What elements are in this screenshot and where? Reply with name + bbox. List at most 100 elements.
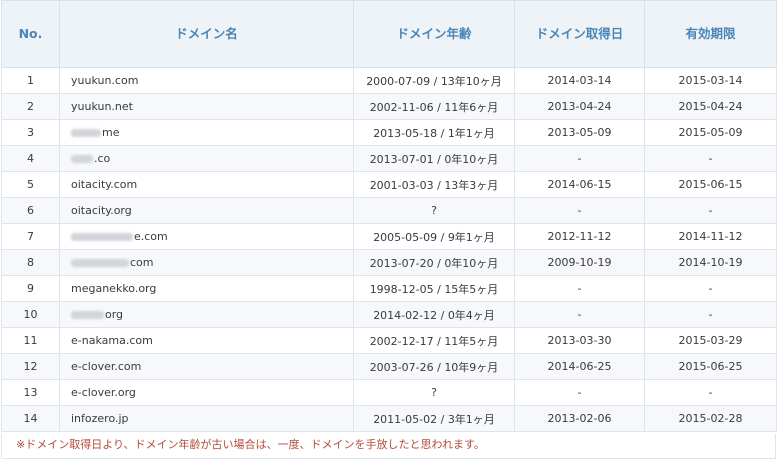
cell-domain: oitacity.com bbox=[59, 171, 354, 198]
domain-text: .co bbox=[94, 152, 111, 165]
col-header-domain: ドメイン名 bbox=[59, 0, 354, 68]
domain-text: oitacity.org bbox=[71, 204, 132, 217]
cell-expires: - bbox=[644, 379, 777, 406]
redacted-text bbox=[71, 129, 101, 137]
table-row: 1 yuukun.com 2000-07-09 / 13年10ヶ月 2014-03-1… bbox=[1, 67, 777, 94]
table-header: No. ドメイン名 ドメイン年齢 ドメイン取得日 有効期限 bbox=[1, 0, 777, 68]
cell-domain: com bbox=[59, 249, 354, 276]
domain-text: e.com bbox=[134, 230, 168, 243]
table-row: 5 oitacity.com 2001-03-03 / 13年3ヶ月 2014-06-… bbox=[1, 171, 777, 198]
domain-text: meganekko.org bbox=[71, 282, 157, 295]
cell-expires: - bbox=[644, 145, 777, 172]
table-body: 1 yuukun.com 2000-07-09 / 13年10ヶ月 2014-03-1… bbox=[1, 67, 777, 432]
cell-no: 12 bbox=[1, 353, 60, 380]
cell-expires: 2015-06-15 bbox=[644, 171, 777, 198]
cell-age: 2013-07-20 / 0年10ヶ月 bbox=[353, 249, 515, 276]
col-header-no: No. bbox=[1, 0, 60, 68]
cell-expires: - bbox=[644, 197, 777, 224]
cell-domain: e-clover.com bbox=[59, 353, 354, 380]
cell-no: 9 bbox=[1, 275, 60, 302]
table-row: 11 e-nakama.com 2002-12-17 / 11年5ヶ月 2013-03… bbox=[1, 327, 777, 354]
cell-age: 2002-11-06 / 11年6ヶ月 bbox=[353, 93, 515, 120]
cell-domain: .co bbox=[59, 145, 354, 172]
cell-age: 2000-07-09 / 13年10ヶ月 bbox=[353, 67, 515, 94]
cell-domain: e-clover.org bbox=[59, 379, 354, 406]
cell-domain: oitacity.org bbox=[59, 197, 354, 224]
domain-text: e-clover.com bbox=[71, 360, 142, 373]
cell-acquired: - bbox=[514, 379, 645, 406]
cell-expires: 2015-05-09 bbox=[644, 119, 777, 146]
cell-no: 7 bbox=[1, 223, 60, 250]
cell-age: ? bbox=[353, 197, 515, 224]
cell-no: 14 bbox=[1, 405, 60, 432]
col-header-age: ドメイン年齢 bbox=[353, 0, 515, 68]
cell-no: 8 bbox=[1, 249, 60, 276]
cell-expires: 2015-03-14 bbox=[644, 67, 777, 94]
footnote: ※ドメイン取得日より、ドメイン年齢が古い場合は、一度、ドメインを手放したと思われ… bbox=[1, 434, 776, 459]
table-row: 2 yuukun.net 2002-11-06 / 11年6ヶ月 2013-04-24… bbox=[1, 93, 777, 120]
cell-domain: e.com bbox=[59, 223, 354, 250]
domain-text: com bbox=[130, 256, 154, 269]
table-row: 9 meganekko.org 1998-12-05 / 15年5ヶ月 - - bbox=[1, 275, 777, 302]
cell-expires: 2015-02-28 bbox=[644, 405, 777, 432]
cell-domain: e-nakama.com bbox=[59, 327, 354, 354]
cell-no: 6 bbox=[1, 197, 60, 224]
cell-acquired: 2009-10-19 bbox=[514, 249, 645, 276]
cell-age: 1998-12-05 / 15年5ヶ月 bbox=[353, 275, 515, 302]
table-row: 7 e.com 2005-05-09 / 9年1ヶ月 2012-11-12 2014-1… bbox=[1, 223, 777, 250]
domain-text: yuukun.net bbox=[71, 100, 133, 113]
cell-no: 10 bbox=[1, 301, 60, 328]
cell-acquired: 2013-04-24 bbox=[514, 93, 645, 120]
cell-domain: yuukun.net bbox=[59, 93, 354, 120]
cell-age: 2005-05-09 / 9年1ヶ月 bbox=[353, 223, 515, 250]
cell-age: 2014-02-12 / 0年4ヶ月 bbox=[353, 301, 515, 328]
domain-text: me bbox=[102, 126, 120, 139]
table-row: 8 com 2013-07-20 / 0年10ヶ月 2009-10-19 2014-10… bbox=[1, 249, 777, 276]
cell-acquired: 2012-11-12 bbox=[514, 223, 645, 250]
cell-no: 5 bbox=[1, 171, 60, 198]
cell-domain: org bbox=[59, 301, 354, 328]
cell-no: 11 bbox=[1, 327, 60, 354]
cell-acquired: 2013-02-06 bbox=[514, 405, 645, 432]
cell-no: 2 bbox=[1, 93, 60, 120]
domain-text: yuukun.com bbox=[71, 74, 139, 87]
cell-no: 1 bbox=[1, 67, 60, 94]
redacted-text bbox=[71, 311, 104, 319]
table-row: 3 me 2013-05-18 / 1年1ヶ月 2013-05-09 2015-05-0… bbox=[1, 119, 777, 146]
cell-expires: - bbox=[644, 275, 777, 302]
cell-acquired: - bbox=[514, 145, 645, 172]
cell-expires: 2015-06-25 bbox=[644, 353, 777, 380]
domain-text: e-nakama.com bbox=[71, 334, 153, 347]
redacted-text bbox=[71, 233, 133, 241]
table-row: 14 infozero.jp 2011-05-02 / 3年1ヶ月 2013-02-0… bbox=[1, 405, 777, 432]
cell-no: 4 bbox=[1, 145, 60, 172]
cell-domain: infozero.jp bbox=[59, 405, 354, 432]
cell-age: 2001-03-03 / 13年3ヶ月 bbox=[353, 171, 515, 198]
table-row: 6 oitacity.org? - - bbox=[1, 197, 777, 224]
domain-text: e-clover.org bbox=[71, 386, 136, 399]
cell-acquired: 2014-06-25 bbox=[514, 353, 645, 380]
cell-expires: 2014-11-12 bbox=[644, 223, 777, 250]
cell-domain: meganekko.org bbox=[59, 275, 354, 302]
col-header-acquired: ドメイン取得日 bbox=[514, 0, 645, 68]
cell-acquired: - bbox=[514, 275, 645, 302]
cell-age: 2002-12-17 / 11年5ヶ月 bbox=[353, 327, 515, 354]
cell-age: 2011-05-02 / 3年1ヶ月 bbox=[353, 405, 515, 432]
domain-page: No. ドメイン名 ドメイン年齢 ドメイン取得日 有効期限 1 yuukun.co… bbox=[0, 0, 777, 460]
header-row: No. ドメイン名 ドメイン年齢 ドメイン取得日 有効期限 bbox=[1, 0, 777, 68]
cell-age: 2003-07-26 / 10年9ヶ月 bbox=[353, 353, 515, 380]
cell-age: 2013-07-01 / 0年10ヶ月 bbox=[353, 145, 515, 172]
cell-expires: 2015-04-24 bbox=[644, 93, 777, 120]
cell-expires: 2014-10-19 bbox=[644, 249, 777, 276]
domain-table: No. ドメイン名 ドメイン年齢 ドメイン取得日 有効期限 1 yuukun.co… bbox=[1, 0, 777, 432]
col-header-expires: 有効期限 bbox=[644, 0, 777, 68]
domain-text: infozero.jp bbox=[71, 412, 129, 425]
cell-acquired: 2013-05-09 bbox=[514, 119, 645, 146]
cell-expires: 2015-03-29 bbox=[644, 327, 777, 354]
cell-domain: yuukun.com bbox=[59, 67, 354, 94]
cell-acquired: - bbox=[514, 197, 645, 224]
table-row: 10 org 2014-02-12 / 0年4ヶ月 - - bbox=[1, 301, 777, 328]
cell-domain: me bbox=[59, 119, 354, 146]
cell-no: 13 bbox=[1, 379, 60, 406]
cell-acquired: 2014-03-14 bbox=[514, 67, 645, 94]
